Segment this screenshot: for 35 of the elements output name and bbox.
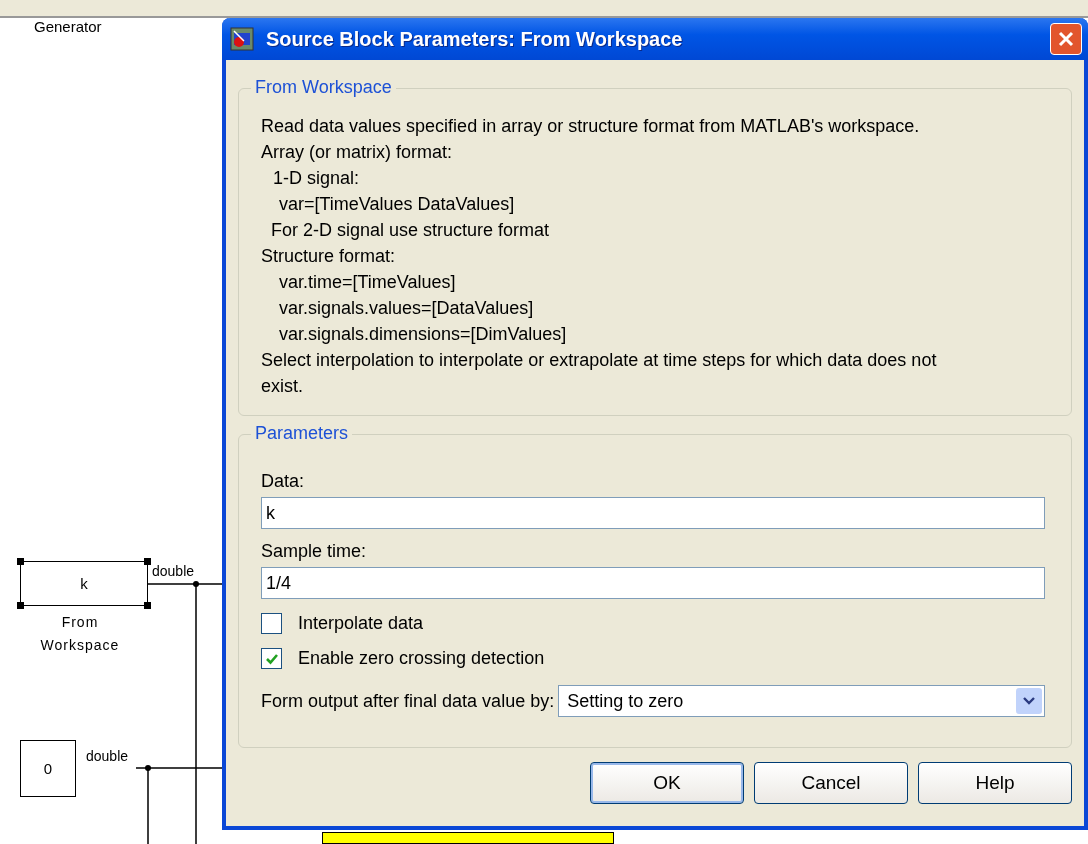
checkbox[interactable] xyxy=(261,648,282,669)
group-title: From Workspace xyxy=(251,77,396,98)
field-label: Data: xyxy=(261,471,306,492)
description-text: Array (or matrix) format: xyxy=(261,141,453,164)
description-text: For 2-D signal use structure format xyxy=(270,219,551,242)
description-text: var.time=[TimeValues] xyxy=(278,271,457,294)
block-label: Generator xyxy=(34,18,102,35)
dialog-button[interactable]: Help xyxy=(918,762,1072,804)
description-text: var.signals.dimensions=[DimValues] xyxy=(278,323,568,346)
block[interactable]: 0 xyxy=(20,740,76,797)
description-text: Structure format: xyxy=(261,245,397,268)
description-text: 1-D signal: xyxy=(272,167,361,190)
input-field[interactable]: k xyxy=(261,497,1045,529)
description-text: Select interpolation to interpolate or extrapolate at time steps for which data does not exist. xyxy=(261,349,938,398)
description-text: var.signals.values=[DataValues] xyxy=(278,297,535,320)
dialog-button[interactable]: Cancel xyxy=(754,762,908,804)
signal-label: double xyxy=(152,563,196,579)
dropdown[interactable]: Setting to zero xyxy=(558,685,1045,717)
field-label: Sample time: xyxy=(261,541,368,562)
description-text: Read data values specified in array or structure format from MATLAB's workspace. xyxy=(261,115,921,138)
close-icon xyxy=(1056,29,1076,49)
dropdown-label: Form output after final data value by: xyxy=(261,690,555,712)
checkbox-label: Enable zero crossing detection xyxy=(298,648,545,669)
app-icon xyxy=(230,27,254,51)
checkbox-label: Interpolate data xyxy=(298,613,424,634)
dialog-button[interactable]: OK xyxy=(590,762,744,804)
block[interactable]: k xyxy=(20,561,148,606)
signal-label: double xyxy=(86,748,129,764)
close-button[interactable] xyxy=(1050,23,1082,55)
checkbox[interactable] xyxy=(261,613,282,634)
window-title: Source Block Parameters: From Workspace xyxy=(266,27,684,51)
input-field[interactable]: 1/4 xyxy=(261,567,1045,599)
description-text: var=[TimeValues DataValues] xyxy=(278,193,516,216)
block-label: From Workspace xyxy=(39,613,121,655)
block[interactable] xyxy=(322,832,614,844)
